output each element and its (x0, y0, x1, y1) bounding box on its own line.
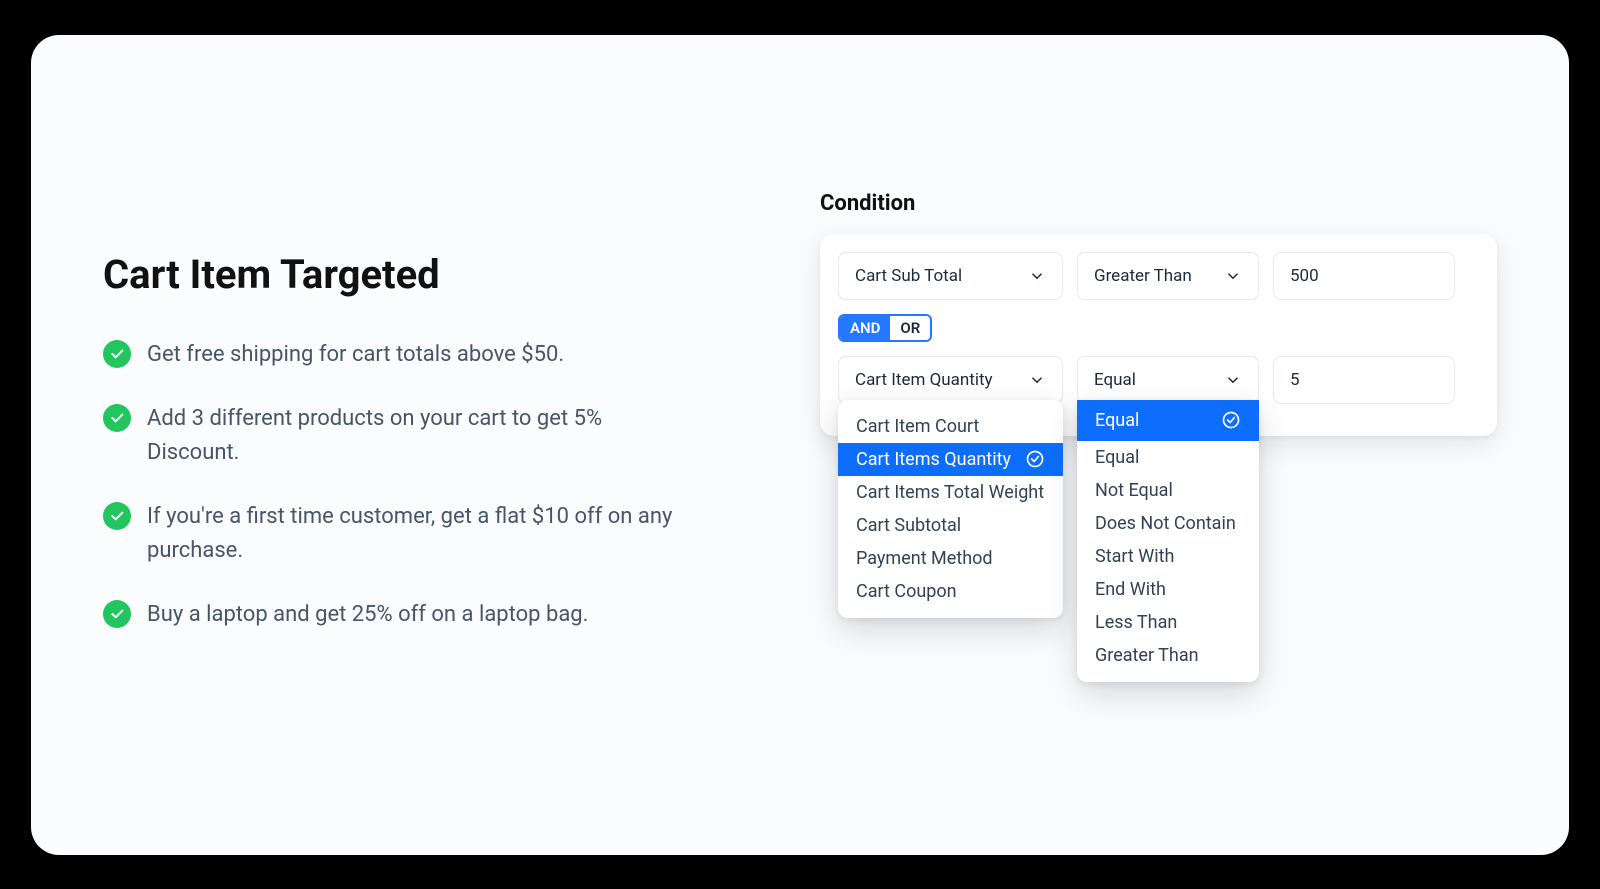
attribute-option[interactable]: Cart Item Court (838, 410, 1063, 443)
chevron-down-icon (1224, 267, 1242, 285)
operator-option[interactable]: Start With (1077, 540, 1259, 573)
attribute-option[interactable]: Cart Subtotal (838, 509, 1063, 542)
page-title: Cart Item Targeted (103, 251, 780, 298)
check-circle-icon (103, 340, 131, 368)
condition-row: Cart Item Quantity Equal 5 (838, 356, 1479, 404)
right-column: Condition Cart Sub Total Greater Than 50… (820, 91, 1497, 799)
benefit-text: Add 3 different products on your cart to… (147, 402, 687, 470)
condition-panel: Cart Sub Total Greater Than 500 AND OR (820, 234, 1497, 436)
attribute-option[interactable]: Payment Method (838, 542, 1063, 575)
condition-heading: Condition (820, 191, 1497, 216)
attribute-option-label: Cart Items Quantity (856, 449, 1011, 470)
benefit-item: If you're a first time customer, get a f… (103, 500, 780, 568)
operator-option-label: End With (1095, 579, 1166, 600)
logic-toggle: AND OR (838, 314, 932, 342)
chevron-down-icon (1028, 371, 1046, 389)
attribute-select[interactable]: Cart Item Quantity (838, 356, 1063, 404)
operator-option[interactable]: Greater Than (1077, 639, 1259, 672)
operator-option-label: Not Equal (1095, 480, 1173, 501)
attribute-option-label: Cart Coupon (856, 581, 957, 602)
operator-option[interactable]: Not Equal (1077, 474, 1259, 507)
attribute-select-value: Cart Item Quantity (855, 370, 993, 390)
logic-and-button[interactable]: AND (840, 316, 890, 340)
chevron-down-icon (1224, 371, 1242, 389)
attribute-option-label: Cart Items Total Weight (856, 482, 1044, 503)
attribute-option[interactable]: Cart Items Total Weight (838, 476, 1063, 509)
value-input-text: 500 (1290, 266, 1319, 286)
attribute-select[interactable]: Cart Sub Total (838, 252, 1063, 300)
operator-option-label: Equal (1095, 410, 1139, 431)
operator-select-value: Greater Than (1094, 266, 1192, 286)
operator-option[interactable]: Equal (1077, 400, 1259, 441)
check-circle-icon (1025, 449, 1045, 469)
attribute-option-label: Cart Item Court (856, 416, 979, 437)
value-input[interactable]: 500 (1273, 252, 1455, 300)
benefit-text: Get free shipping for cart totals above … (147, 338, 564, 372)
check-circle-icon (1221, 410, 1241, 430)
logic-or-button[interactable]: OR (890, 316, 930, 340)
operator-option-label: Greater Than (1095, 645, 1199, 666)
operator-option-label: Equal (1095, 447, 1139, 468)
value-input[interactable]: 5 (1273, 356, 1455, 404)
content-columns: Cart Item Targeted Get free shipping for… (103, 91, 1497, 799)
benefit-item: Get free shipping for cart totals above … (103, 338, 780, 372)
operator-option-label: Does Not Contain (1095, 513, 1236, 534)
app-frame: Cart Item Targeted Get free shipping for… (31, 35, 1569, 855)
condition-row: Cart Sub Total Greater Than 500 (838, 252, 1479, 300)
benefit-text: If you're a first time customer, get a f… (147, 500, 687, 568)
operator-option[interactable]: Equal (1077, 441, 1259, 474)
operator-option[interactable]: Less Than (1077, 606, 1259, 639)
operator-option[interactable]: End With (1077, 573, 1259, 606)
benefit-item: Buy a laptop and get 25% off on a laptop… (103, 598, 780, 632)
attribute-select-value: Cart Sub Total (855, 266, 962, 286)
attribute-option[interactable]: Cart Items Quantity (838, 443, 1063, 476)
value-input-text: 5 (1290, 370, 1300, 390)
benefit-item: Add 3 different products on your cart to… (103, 402, 780, 470)
operator-select-value: Equal (1094, 370, 1136, 390)
attribute-dropdown: Cart Item Court Cart Items Quantity Cart… (838, 400, 1063, 618)
operator-select[interactable]: Greater Than (1077, 252, 1259, 300)
attribute-option-label: Payment Method (856, 548, 993, 569)
check-circle-icon (103, 502, 131, 530)
operator-select[interactable]: Equal (1077, 356, 1259, 404)
check-circle-icon (103, 404, 131, 432)
operator-option[interactable]: Does Not Contain (1077, 507, 1259, 540)
check-circle-icon (103, 600, 131, 628)
benefits-list: Get free shipping for cart totals above … (103, 338, 780, 633)
operator-dropdown: Equal Equal Not Equal Does Not Contain S… (1077, 400, 1259, 682)
operator-option-label: Less Than (1095, 612, 1177, 633)
attribute-option-label: Cart Subtotal (856, 515, 961, 536)
left-column: Cart Item Targeted Get free shipping for… (103, 91, 780, 799)
attribute-option[interactable]: Cart Coupon (838, 575, 1063, 608)
benefit-text: Buy a laptop and get 25% off on a laptop… (147, 598, 588, 632)
chevron-down-icon (1028, 267, 1046, 285)
operator-option-label: Start With (1095, 546, 1174, 567)
